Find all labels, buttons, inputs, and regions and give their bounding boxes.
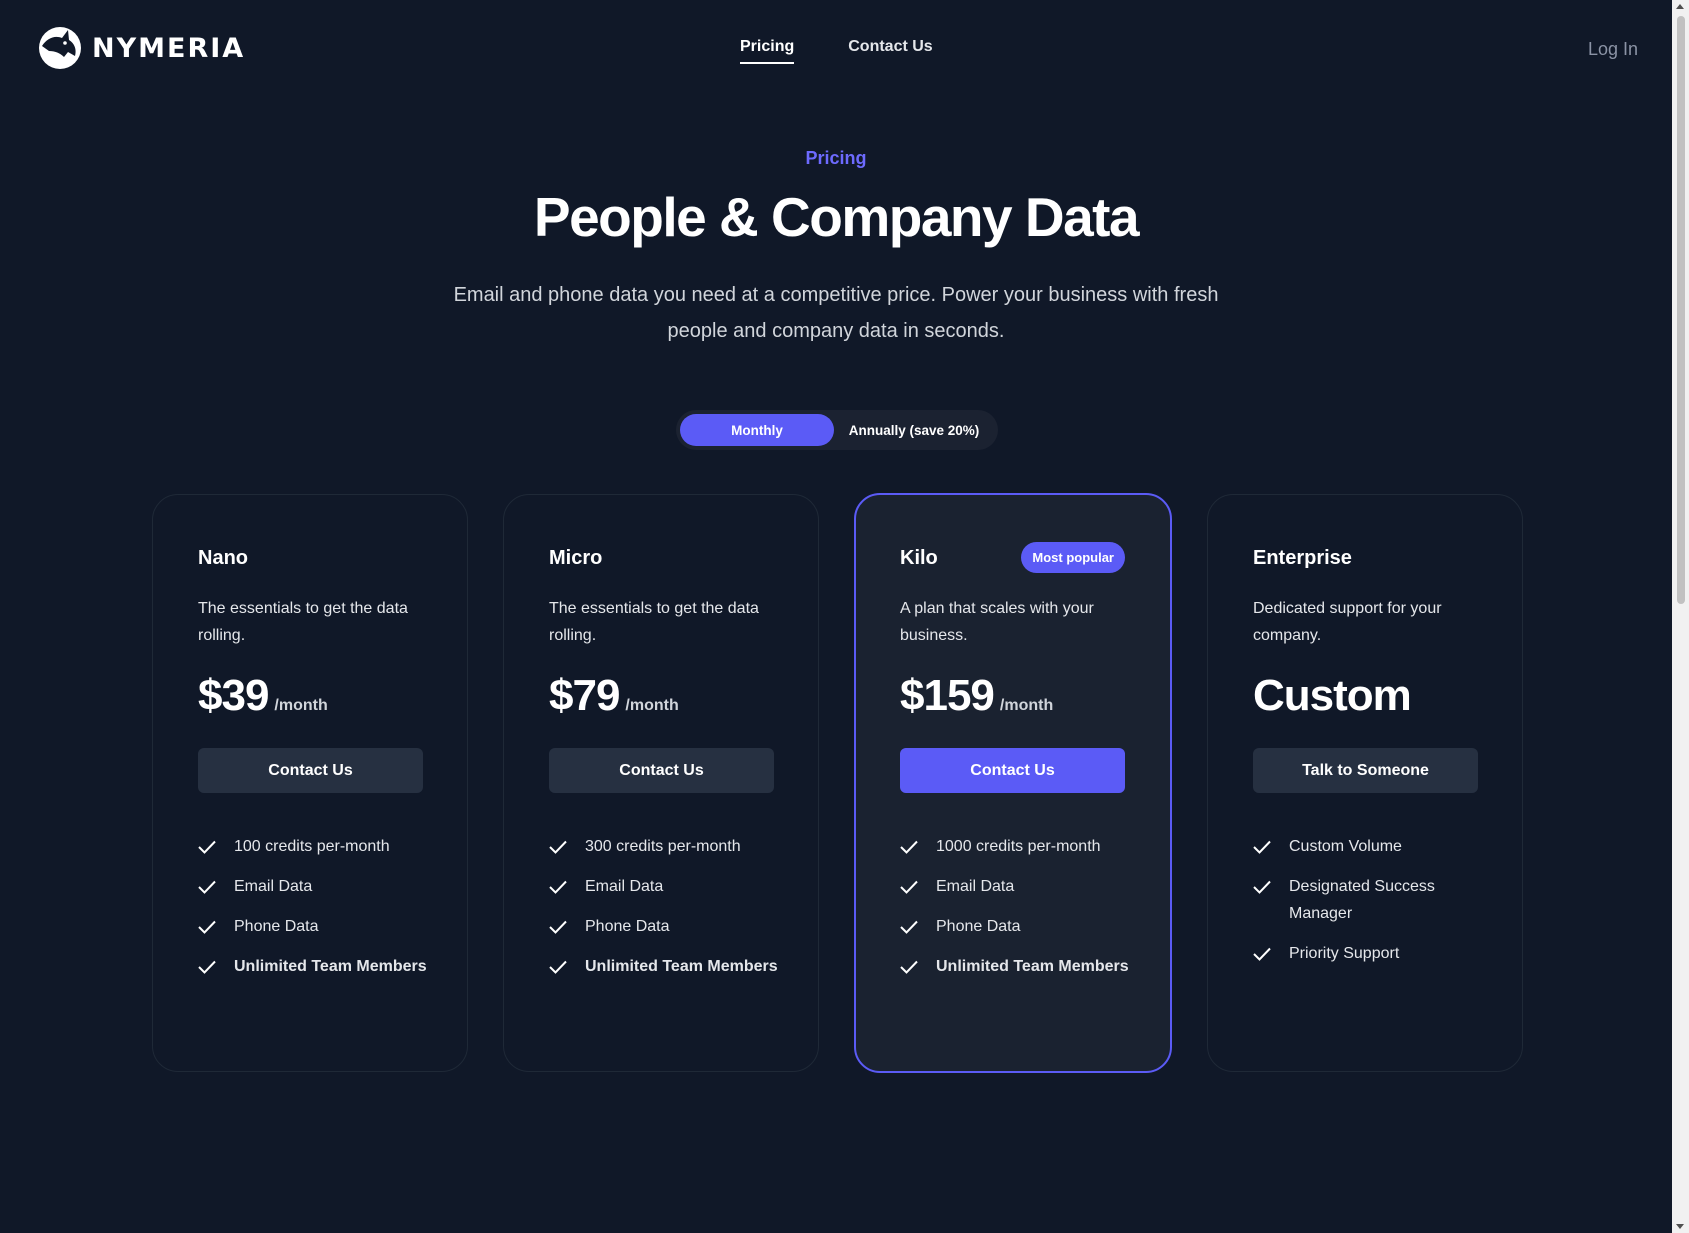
check-icon	[1253, 873, 1273, 900]
most-popular-badge: Most popular	[1021, 542, 1125, 573]
contact-us-button[interactable]: Contact Us	[549, 748, 774, 793]
plan-card-enterprise: Enterprise Dedicated support for your co…	[1207, 494, 1523, 1072]
feature-item: 300 credits per-month	[549, 833, 789, 860]
brand-name: NYMERIA	[92, 32, 246, 64]
plan-price: $159	[900, 671, 995, 720]
check-icon	[900, 873, 920, 900]
plan-price-period: /month	[274, 697, 328, 714]
feature-text: Email Data	[585, 878, 664, 895]
toggle-annually[interactable]: Annually (save 20%)	[834, 414, 994, 446]
feature-item: Phone Data	[549, 913, 789, 940]
scroll-down-icon[interactable]	[1676, 1224, 1684, 1229]
feature-text: Custom Volume	[1289, 838, 1402, 855]
check-icon	[549, 873, 569, 900]
plan-price: Custom	[1253, 671, 1412, 720]
billing-period-toggle: Monthly Annually (save 20%)	[676, 410, 998, 450]
feature-item: Unlimited Team Members	[198, 953, 438, 980]
plan-card-kilo: Kilo Most popular A plan that scales wit…	[854, 493, 1172, 1073]
plan-card-micro: Micro The essentials to get the data rol…	[503, 494, 819, 1072]
plan-price-row: Custom	[1253, 671, 1412, 721]
plan-feature-list: Custom Volume Designated Success Manager…	[1253, 833, 1493, 980]
feature-text: Unlimited Team Members	[936, 958, 1129, 975]
plan-description: The essentials to get the data rolling.	[549, 600, 759, 644]
page-title: People & Company Data	[533, 186, 1140, 248]
page-subtitle: Email and phone data you need at a compe…	[453, 284, 1219, 342]
scrollbar-thumb[interactable]	[1677, 16, 1685, 604]
feature-item: Email Data	[549, 873, 789, 900]
feature-text: Email Data	[234, 878, 313, 895]
check-icon	[549, 913, 569, 940]
plan-feature-list: 300 credits per-month Email Data Phone D…	[549, 833, 789, 993]
main-nav: Pricing Contact Us	[740, 38, 933, 64]
plan-price-row: $159 /month	[900, 671, 1053, 721]
plan-name: Micro	[549, 547, 603, 569]
site-header: NYMERIA Pricing Contact Us Log In	[0, 0, 1672, 100]
feature-item: Unlimited Team Members	[549, 953, 789, 980]
check-icon	[549, 833, 569, 860]
feature-item: Unlimited Team Members	[900, 953, 1140, 980]
check-icon	[900, 913, 920, 940]
check-icon	[549, 953, 569, 980]
feature-text: Phone Data	[936, 918, 1021, 935]
nav-link-pricing[interactable]: Pricing	[740, 38, 795, 64]
plan-price: $39	[198, 671, 269, 720]
hero-section: Pricing People & Company Data Email and …	[0, 148, 1672, 349]
feature-item: Priority Support	[1253, 940, 1493, 967]
talk-to-someone-button[interactable]: Talk to Someone	[1253, 748, 1478, 793]
plan-description: Dedicated support for your company.	[1253, 600, 1442, 644]
feature-text: Phone Data	[234, 918, 319, 935]
check-icon	[198, 913, 218, 940]
brand-logo[interactable]: NYMERIA	[38, 26, 245, 70]
plan-price-row: $79 /month	[549, 671, 679, 721]
plan-price-row: $39 /month	[198, 671, 328, 721]
feature-text: 300 credits per-month	[585, 838, 741, 855]
page-scrollbar[interactable]	[1672, 0, 1689, 1233]
toggle-monthly[interactable]: Monthly	[680, 414, 834, 446]
contact-us-button[interactable]: Contact Us	[900, 748, 1125, 793]
feature-text: Phone Data	[585, 918, 670, 935]
plan-price-period: /month	[999, 697, 1054, 714]
plan-description: A plan that scales with your business.	[900, 600, 1094, 644]
scroll-up-icon[interactable]	[1676, 4, 1684, 9]
plan-price: $79	[549, 671, 620, 720]
feature-text: Priority Support	[1289, 945, 1400, 962]
plan-price-period: /month	[625, 697, 679, 714]
feature-item: Email Data	[198, 873, 438, 900]
pricing-cards: Nano The essentials to get the data roll…	[152, 493, 1523, 1073]
feature-text: 100 credits per-month	[234, 838, 390, 855]
feature-text: Unlimited Team Members	[234, 958, 427, 975]
feature-item: 1000 credits per-month	[900, 833, 1140, 860]
pricing-page: NYMERIA Pricing Contact Us Log In Pricin…	[0, 0, 1689, 1233]
check-icon	[900, 953, 920, 980]
contact-us-button[interactable]: Contact Us	[198, 748, 423, 793]
plan-card-nano: Nano The essentials to get the data roll…	[152, 494, 468, 1072]
check-icon	[1253, 833, 1273, 860]
feature-text: Designated Success Manager	[1289, 878, 1435, 922]
feature-item: Designated Success Manager	[1253, 873, 1493, 927]
feature-text: 1000 credits per-month	[936, 838, 1101, 855]
check-icon	[198, 833, 218, 860]
plan-feature-list: 100 credits per-month Email Data Phone D…	[198, 833, 438, 993]
feature-item: 100 credits per-month	[198, 833, 438, 860]
login-link[interactable]: Log In	[1588, 39, 1638, 60]
check-icon	[900, 833, 920, 860]
check-icon	[198, 953, 218, 980]
feature-text: Email Data	[936, 878, 1015, 895]
section-eyebrow: Pricing	[805, 148, 867, 168]
plan-description: The essentials to get the data rolling.	[198, 600, 408, 644]
plan-name: Kilo	[900, 547, 938, 569]
wolf-head-icon	[39, 27, 81, 69]
feature-item: Phone Data	[198, 913, 438, 940]
plan-feature-list: 1000 credits per-month Email Data Phone …	[900, 833, 1140, 993]
plan-name: Enterprise	[1253, 547, 1352, 569]
plan-name: Nano	[198, 547, 248, 569]
check-icon	[1253, 940, 1273, 967]
feature-item: Phone Data	[900, 913, 1140, 940]
feature-item: Custom Volume	[1253, 833, 1493, 860]
feature-text: Unlimited Team Members	[585, 958, 778, 975]
nav-link-contact-us[interactable]: Contact Us	[848, 38, 932, 64]
check-icon	[198, 873, 218, 900]
feature-item: Email Data	[900, 873, 1140, 900]
